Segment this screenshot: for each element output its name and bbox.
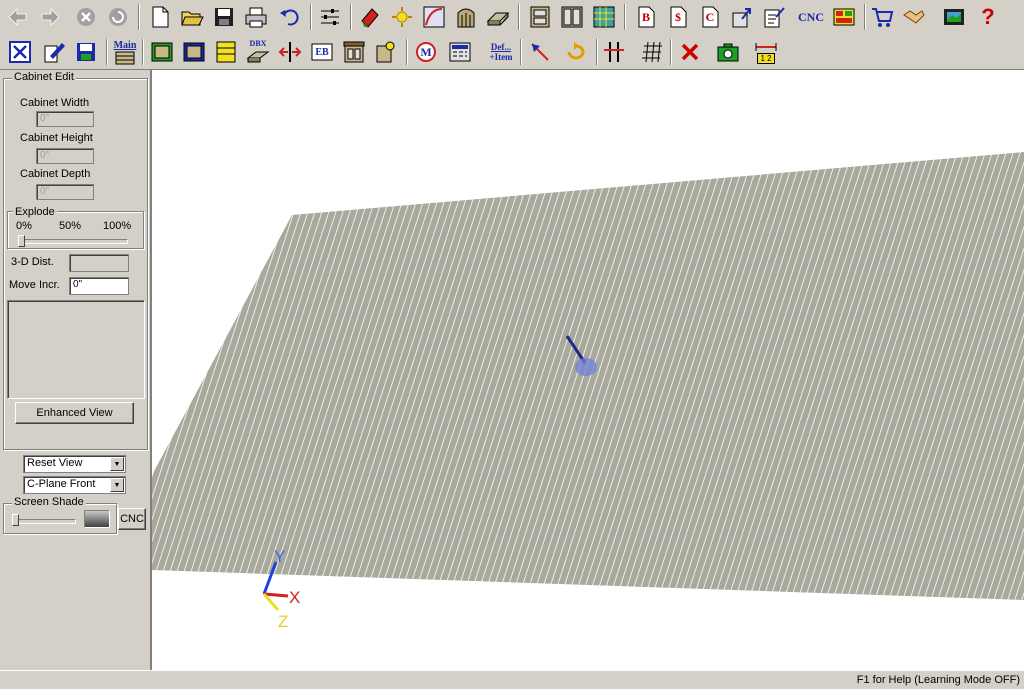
edit-file-icon[interactable]: [40, 38, 68, 66]
reset-view-value: Reset View: [27, 457, 83, 469]
x-axis-label: X: [289, 588, 300, 607]
forward-arrow-icon[interactable]: [36, 3, 64, 31]
measure-icon[interactable]: 1 2: [752, 38, 780, 66]
order-icon[interactable]: [760, 3, 788, 31]
help-icon[interactable]: ?: [974, 3, 1002, 31]
drawer-cabinet-icon[interactable]: [212, 38, 240, 66]
3d-viewport[interactable]: Y X Z: [150, 70, 1024, 670]
explode-50-label: 50%: [59, 220, 82, 232]
calculator-icon[interactable]: [446, 38, 474, 66]
3d-dist-field[interactable]: [69, 254, 129, 272]
base-cabinet-icon[interactable]: [148, 38, 176, 66]
status-help-text: F1 for Help (Learning Mode OFF): [856, 674, 1020, 686]
stop-icon[interactable]: [72, 3, 100, 31]
grid-icon[interactable]: [638, 38, 666, 66]
chevron-down-icon[interactable]: ▼: [110, 457, 124, 471]
cabinet-double-icon[interactable]: [558, 3, 586, 31]
define-item-button[interactable]: Def... +Item: [484, 38, 518, 66]
cabinet-width-field[interactable]: 0": [36, 111, 94, 127]
reset-view-select[interactable]: Reset View ▼: [23, 455, 126, 473]
pivot-ball[interactable]: [575, 358, 597, 376]
cart-icon[interactable]: [868, 3, 896, 31]
hutch-icon[interactable]: [340, 38, 368, 66]
z-axis-label: Z: [278, 612, 288, 631]
split-icon[interactable]: [276, 38, 304, 66]
move-incr-field[interactable]: 0": [69, 277, 129, 295]
3d-dist-label: 3-D Dist.: [11, 256, 54, 268]
shade-swatch[interactable]: [84, 510, 110, 528]
light-icon[interactable]: [388, 3, 416, 31]
x-axis-line: [263, 592, 289, 598]
pattern-icon[interactable]: [590, 3, 618, 31]
settings-sliders-icon[interactable]: [316, 3, 344, 31]
cnc-icon[interactable]: CNC: [794, 3, 828, 31]
panel-icon[interactable]: [484, 3, 512, 31]
dbx-icon[interactable]: DBX: [244, 38, 272, 66]
preview-box: [7, 300, 145, 399]
back-arrow-icon[interactable]: [4, 3, 32, 31]
cabinet-width-label: Cabinet Width: [20, 97, 90, 109]
shade-slider-thumb[interactable]: [12, 514, 19, 526]
save-disk-icon[interactable]: [210, 3, 238, 31]
save-job-icon[interactable]: [72, 38, 100, 66]
new-file-icon[interactable]: [146, 3, 174, 31]
curve-icon[interactable]: [420, 3, 448, 31]
refresh-icon[interactable]: [104, 3, 132, 31]
export-icon[interactable]: [728, 3, 756, 31]
pointer-arrow-icon[interactable]: [526, 38, 554, 66]
door-icon[interactable]: [452, 3, 480, 31]
enhanced-view-button[interactable]: Enhanced View: [15, 402, 134, 424]
cabinet-depth-label: Cabinet Depth: [20, 168, 91, 180]
hardware-icon[interactable]: [372, 38, 400, 66]
explode-slider-track: [18, 239, 128, 244]
shade-slider-track: [12, 519, 76, 524]
delete-icon[interactable]: [676, 38, 704, 66]
explode-100-label: 100%: [103, 220, 132, 232]
cabinet-depth-field[interactable]: 0": [36, 184, 94, 200]
cabinet-height-label: Cabinet Height: [20, 132, 93, 144]
report-b-icon[interactable]: B: [632, 3, 660, 31]
secondary-toolbar: Main DBX EB M Def... +Item 1 2: [0, 35, 1024, 70]
wall-cabinet-icon[interactable]: [180, 38, 208, 66]
film-icon[interactable]: [940, 3, 968, 31]
explode-title: Explode: [13, 206, 57, 218]
main-toolbar: B $ C CNC ?: [0, 0, 1024, 34]
left-panel: Cabinet Edit Cabinet Width 0" Cabinet He…: [0, 70, 150, 670]
price-icon[interactable]: $: [664, 3, 692, 31]
rotate-icon[interactable]: [562, 38, 590, 66]
cabinet-edit-title: Cabinet Edit: [12, 71, 76, 83]
report-c-icon[interactable]: C: [696, 3, 724, 31]
layout-icon[interactable]: [830, 3, 858, 31]
cabinet-height-field[interactable]: 0": [36, 148, 94, 164]
floor-plane: [152, 152, 1024, 600]
close-file-icon[interactable]: [6, 38, 34, 66]
edgeband-icon[interactable]: EB: [308, 38, 336, 66]
open-folder-icon[interactable]: [178, 3, 206, 31]
status-bar: F1 for Help (Learning Mode OFF): [0, 670, 1024, 689]
cplane-select[interactable]: C-Plane Front ▼: [23, 476, 126, 494]
cabinet-icon[interactable]: [526, 3, 554, 31]
explode-0-label: 0%: [16, 220, 32, 232]
camera-icon[interactable]: [714, 38, 742, 66]
floor-scene: Y X Z: [152, 152, 1024, 631]
main-menu-button[interactable]: Main: [110, 38, 140, 66]
cplane-value: C-Plane Front: [27, 478, 96, 490]
undo-icon[interactable]: [276, 3, 304, 31]
cnc-button[interactable]: CNC: [118, 508, 146, 530]
handshake-icon[interactable]: [900, 3, 928, 31]
material-m-icon[interactable]: M: [412, 38, 440, 66]
explode-slider-thumb[interactable]: [18, 235, 25, 247]
y-axis-label: Y: [274, 547, 285, 566]
paint-tool-icon[interactable]: [356, 3, 384, 31]
print-icon[interactable]: [242, 3, 270, 31]
screen-shade-title: Screen Shade: [12, 496, 86, 508]
move-incr-label: Move Incr.: [9, 279, 60, 291]
grid-lines-icon[interactable]: [600, 38, 628, 66]
chevron-down-icon[interactable]: ▼: [110, 478, 124, 492]
